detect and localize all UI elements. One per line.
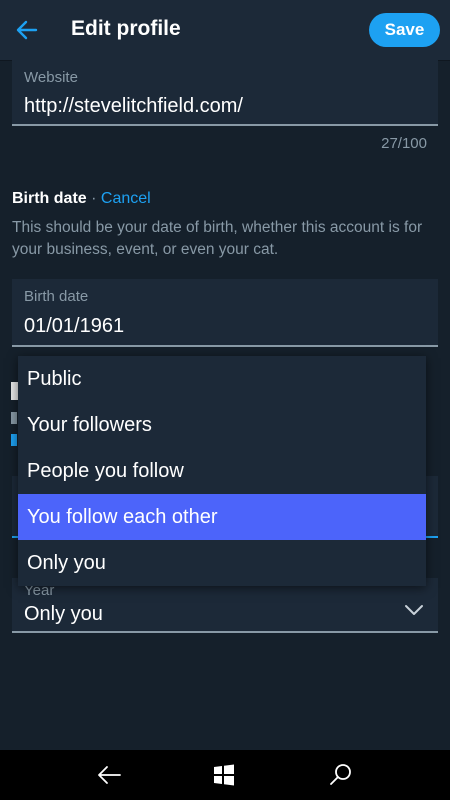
dropdown-option-you-follow-each-other[interactable]: You follow each other <box>18 494 426 540</box>
birth-date-heading: Birth date · Cancel <box>12 190 151 208</box>
nav-back-icon <box>98 766 121 784</box>
birth-date-title: Birth date <box>12 190 87 207</box>
website-field[interactable]: Website http://stevelitchfield.com/ <box>12 60 438 126</box>
chevron-down-icon[interactable] <box>404 603 424 617</box>
birth-date-description: This should be your date of birth, wheth… <box>12 219 423 258</box>
website-field-label: Website <box>24 69 78 86</box>
page-title: Edit profile <box>71 17 181 40</box>
arrow-left-icon <box>16 20 38 40</box>
nav-search-button[interactable] <box>327 762 357 788</box>
hidden-link-fragment <box>11 434 17 446</box>
search-icon <box>330 764 351 785</box>
website-field-value: http://stevelitchfield.com/ <box>24 95 243 117</box>
birth-date-separator: · <box>86 190 101 207</box>
system-nav-bar <box>0 750 450 800</box>
nav-home-button[interactable] <box>211 762 241 788</box>
nav-back-button[interactable] <box>95 762 125 788</box>
birth-date-field-value: 01/01/1961 <box>24 315 125 337</box>
hidden-text-fragment <box>11 412 17 424</box>
dropdown-option-only-you[interactable]: Only you <box>18 540 426 586</box>
website-char-counter: 27/100 <box>381 135 427 152</box>
header-bar: Edit profile Save <box>0 0 450 61</box>
save-button[interactable]: Save <box>369 13 440 47</box>
windows-icon <box>214 764 234 786</box>
birth-date-field[interactable]: Birth date 01/01/1961 <box>12 279 438 347</box>
birth-date-cancel-link[interactable]: Cancel <box>101 190 151 207</box>
dropdown-option-your-followers[interactable]: Your followers <box>18 402 426 448</box>
dropdown-option-people-you-follow[interactable]: People you follow <box>18 448 426 494</box>
birth-date-field-label: Birth date <box>24 288 89 305</box>
visibility-dropdown: Public Your followers People you follow … <box>18 356 426 586</box>
year-visibility-field[interactable]: Year Only you <box>12 578 438 633</box>
year-field-value: Only you <box>24 603 103 625</box>
back-button[interactable] <box>12 16 42 44</box>
dropdown-option-public[interactable]: Public <box>18 356 426 402</box>
